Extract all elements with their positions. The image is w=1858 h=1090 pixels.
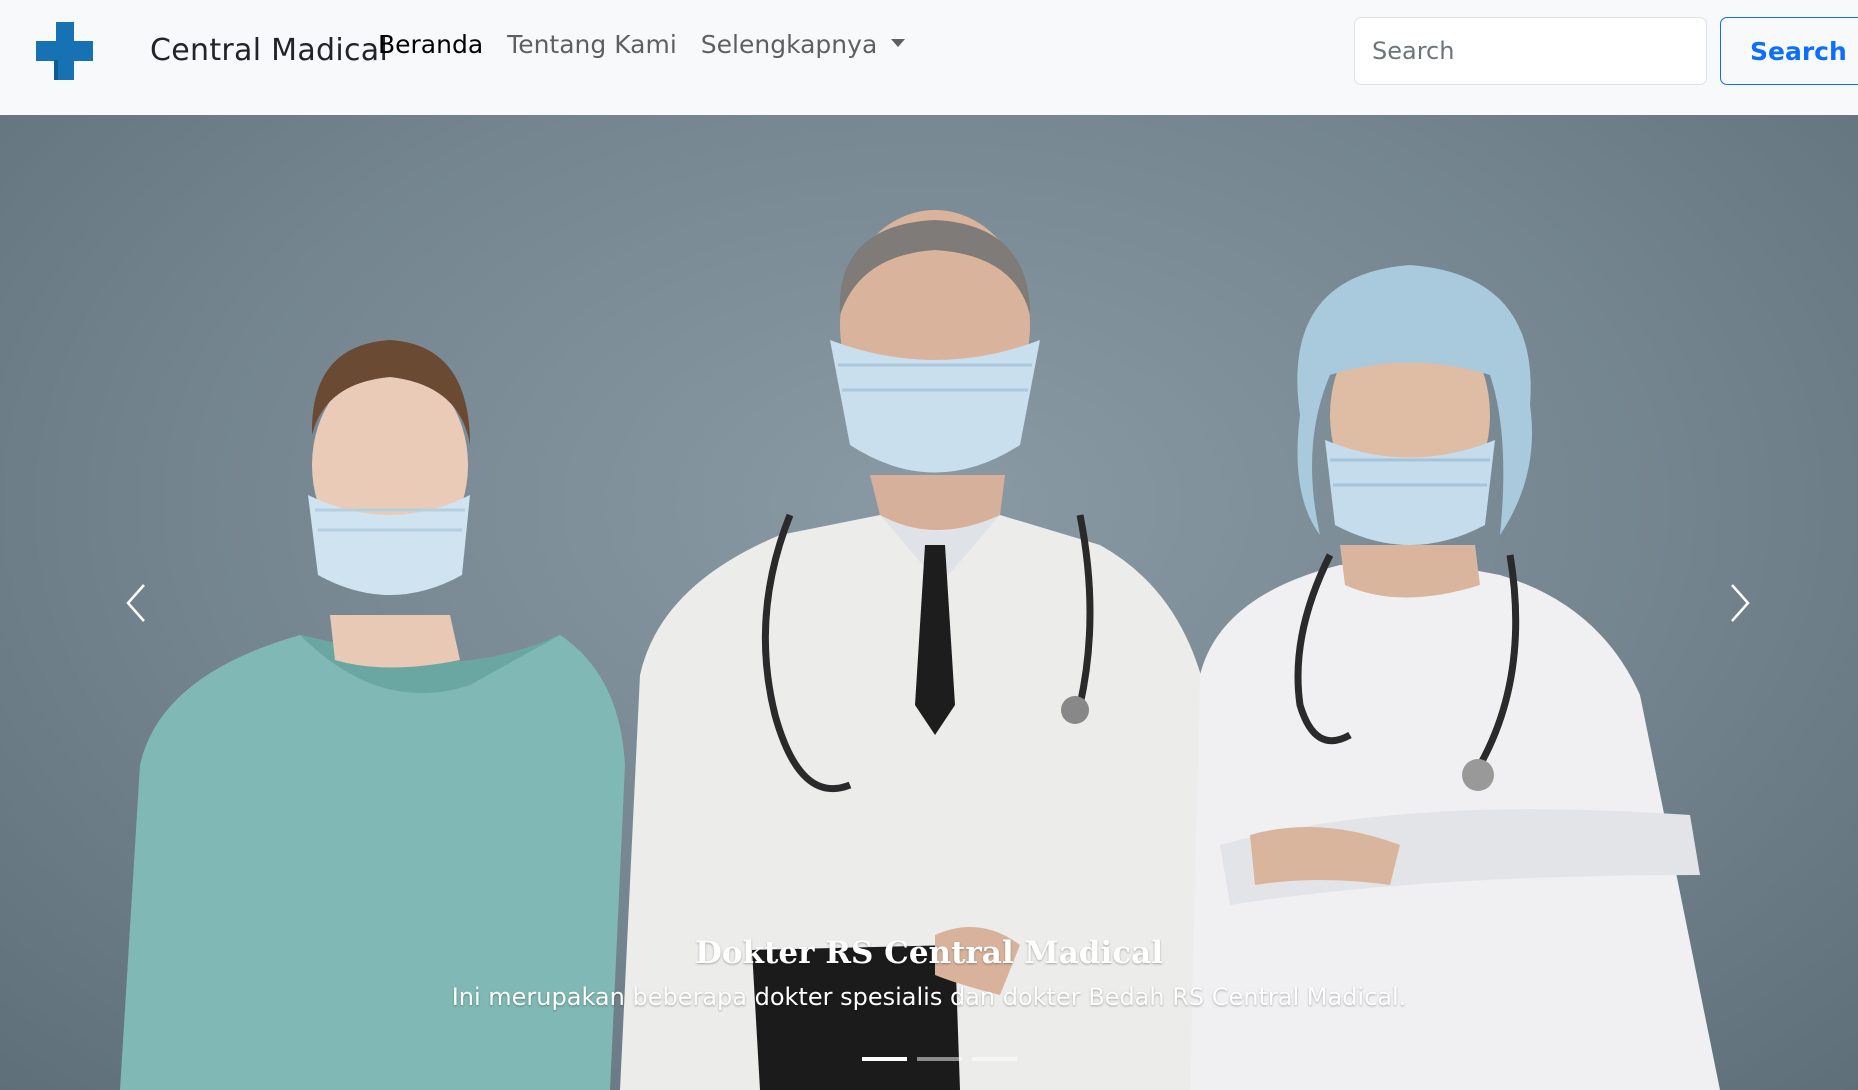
caption-title: Dokter RS Central Madical — [695, 935, 1163, 971]
hero-carousel: Dokter RS Central Madical Ini merupakan … — [0, 115, 1858, 1090]
carousel-indicator-2[interactable] — [917, 1057, 962, 1061]
caret-down-icon — [891, 39, 906, 47]
carousel-indicators — [862, 1057, 1017, 1061]
nav-item-selengkapnya-dropdown[interactable]: Selengkapnya — [700, 30, 906, 59]
carousel-indicator-1[interactable] — [862, 1057, 907, 1061]
brand-name: Central Madical — [150, 32, 389, 68]
caption-text: Ini merupakan beberapa dokter spesialis … — [451, 983, 1407, 1011]
navbar: Central Madical Beranda Tentang Kami Sel… — [0, 0, 1858, 115]
chevron-right-icon — [1731, 583, 1750, 622]
chevron-left-icon — [126, 583, 145, 622]
carousel-caption: Dokter RS Central Madical Ini merupakan … — [0, 935, 1858, 1011]
nav-item-tentang-kami[interactable]: Tentang Kami — [507, 30, 677, 59]
brand[interactable]: Central Madical — [34, 20, 388, 80]
medical-cross-logo-icon — [34, 20, 94, 80]
carousel-indicator-3[interactable] — [972, 1057, 1017, 1061]
main-nav: Beranda Tentang Kami Selengkapnya — [378, 30, 929, 59]
search-button[interactable]: Search — [1720, 17, 1858, 85]
nav-item-beranda[interactable]: Beranda — [378, 30, 483, 59]
nav-item-selengkapnya-label: Selengkapnya — [700, 30, 878, 59]
search-input[interactable] — [1354, 17, 1707, 85]
